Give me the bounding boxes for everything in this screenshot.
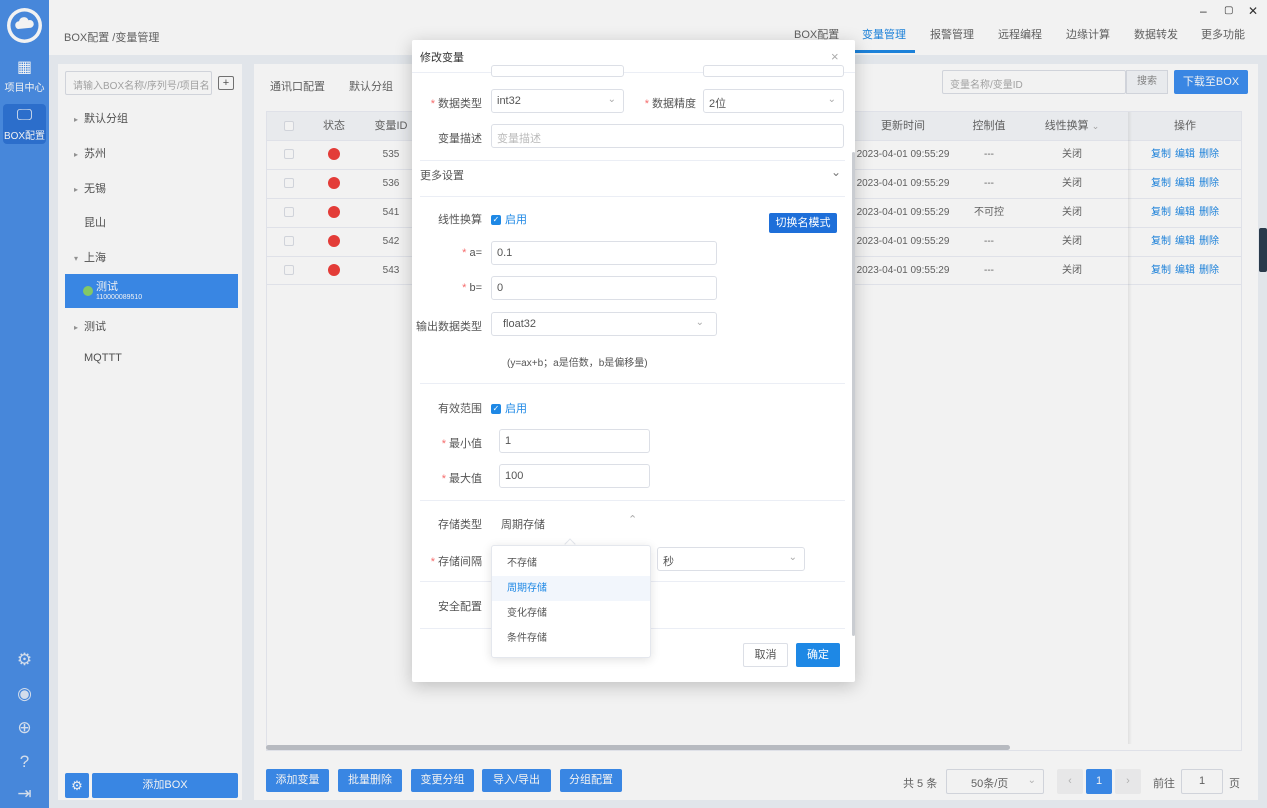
chevron-down-icon: ⌄ (788, 552, 797, 563)
valid-range-label: 有效范围 (438, 403, 482, 415)
min-value-input[interactable]: 1 (499, 429, 650, 453)
chevron-up-icon: ⌃ (628, 514, 638, 526)
confirm-button[interactable]: 确定 (796, 643, 840, 667)
close-icon[interactable]: × (831, 49, 839, 64)
precision-select[interactable]: 2位 ⌄ (703, 89, 844, 113)
a-label: * a= (462, 247, 482, 259)
security-config-label: 安全配置 (438, 601, 482, 613)
b-label: * b= (462, 282, 482, 294)
dialog-title: 修改变量 (420, 52, 464, 64)
output-type-label: 输出数据类型 (416, 321, 482, 333)
check-icon: ✓ (491, 404, 501, 415)
max-value-input[interactable]: 100 (499, 464, 650, 488)
range-enable-checkbox[interactable]: ✓ 启用 (491, 400, 527, 416)
more-settings-header[interactable]: 更多设置 ⌄ (420, 165, 845, 187)
check-icon: ✓ (491, 215, 501, 226)
storage-type-dropdown: 不存储 周期存储 变化存储 条件存储 (491, 545, 651, 658)
chevron-down-icon: ⌄ (830, 165, 841, 179)
storage-type-label: 存储类型 (438, 519, 482, 531)
description-label: 变量描述 (438, 133, 482, 145)
storage-unit-select[interactable]: 秒 ⌄ (657, 547, 805, 571)
chevron-down-icon: ⌄ (695, 317, 704, 328)
chevron-down-icon: ⌄ (607, 94, 616, 105)
description-input[interactable]: 变量描述 (491, 124, 844, 148)
data-type-label: * 数据类型 (430, 98, 482, 110)
max-value-label: * 最大值 (441, 473, 482, 485)
scrolled-input-left[interactable] (491, 65, 624, 77)
storage-type-select[interactable]: 周期存储 ⌃ (495, 510, 645, 534)
output-type-select[interactable]: float32 ⌄ (491, 312, 717, 336)
min-value-label: * 最小值 (441, 438, 482, 450)
option-change-storage[interactable]: 变化存储 (492, 601, 650, 626)
switch-mode-button[interactable]: 切换名模式 (769, 213, 837, 233)
storage-interval-label: * 存储间隔 (430, 556, 482, 568)
b-input[interactable]: 0 (491, 276, 717, 300)
linear-conversion-label: 线性换算 (438, 214, 482, 226)
formula-hint: (y=ax+b；a是倍数，b是偏移量) (507, 358, 648, 369)
option-conditional-storage[interactable]: 条件存储 (492, 626, 650, 651)
cancel-button[interactable]: 取消 (743, 643, 788, 667)
linear-enable-checkbox[interactable]: ✓ 启用 (491, 211, 527, 227)
option-periodic-storage[interactable]: 周期存储 (492, 576, 650, 601)
dialog-scrollbar[interactable] (852, 152, 855, 636)
chevron-down-icon: ⌄ (827, 94, 836, 105)
a-input[interactable]: 0.1 (491, 241, 717, 265)
data-type-select[interactable]: int32 ⌄ (491, 89, 624, 113)
precision-label: * 数据精度 (644, 98, 696, 110)
scrolled-input-right[interactable] (703, 65, 844, 77)
option-no-storage[interactable]: 不存储 (492, 551, 650, 576)
